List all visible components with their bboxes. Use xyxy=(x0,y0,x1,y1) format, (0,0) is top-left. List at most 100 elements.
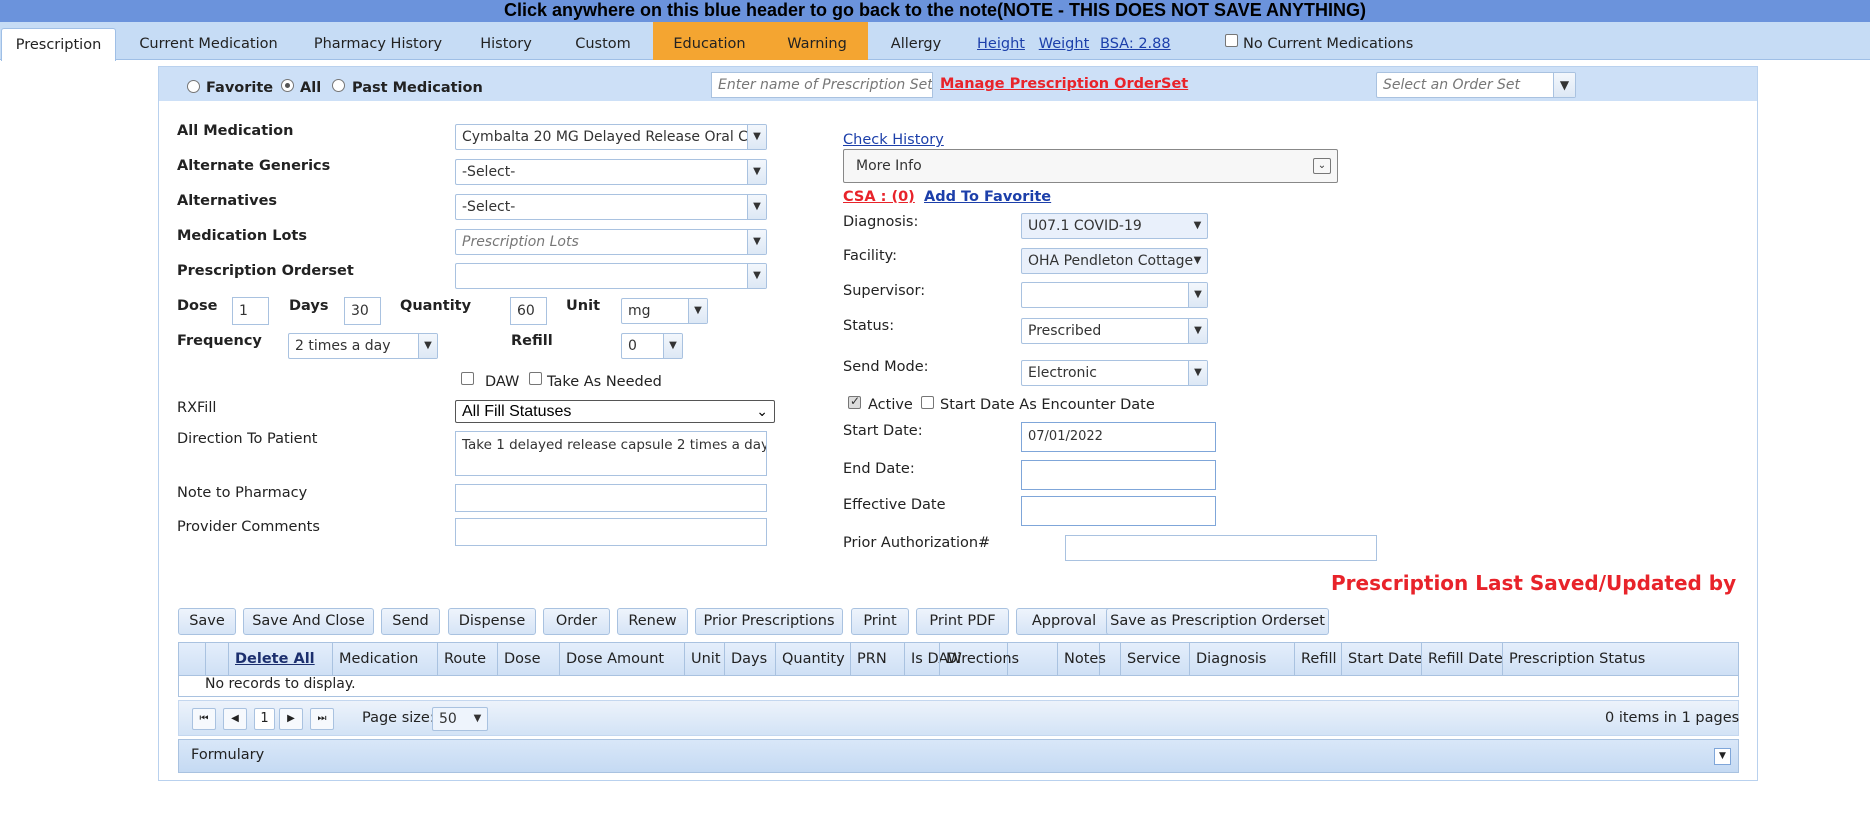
favorite-radio[interactable] xyxy=(187,80,200,93)
formulary-panel[interactable]: Formulary ▼ xyxy=(178,739,1739,773)
medication-lots-select[interactable]: Prescription Lots ▼ xyxy=(455,229,767,255)
unit-select[interactable]: mg ▼ xyxy=(621,298,708,324)
end-date-input[interactable] xyxy=(1021,460,1216,490)
col-directions[interactable]: Directions xyxy=(939,643,1028,675)
delete-all-link[interactable]: Delete All xyxy=(228,643,339,675)
save-button[interactable]: Save xyxy=(178,608,236,635)
add-to-favorite-link[interactable]: Add To Favorite xyxy=(924,189,1051,205)
send-button[interactable]: Send xyxy=(381,608,440,635)
quantity-input[interactable]: 60 xyxy=(510,297,547,325)
col-service[interactable]: Service xyxy=(1120,643,1181,675)
more-info-select[interactable]: More Info ⌄ xyxy=(843,149,1338,183)
take-as-needed-checkbox[interactable] xyxy=(529,372,542,385)
effective-date-input[interactable] xyxy=(1021,496,1216,526)
first-page-icon[interactable]: ⏮ xyxy=(192,708,216,730)
chevron-down-icon[interactable]: ▼ xyxy=(1188,361,1207,385)
last-page-icon[interactable]: ⏭ xyxy=(310,708,334,730)
start-encounter-checkbox[interactable] xyxy=(921,396,934,409)
tab-custom[interactable]: Custom xyxy=(566,28,640,60)
days-input[interactable]: 30 xyxy=(344,297,381,325)
tab-pharmacy-history[interactable]: Pharmacy History xyxy=(308,28,448,60)
chevron-down-icon[interactable]: ▼ xyxy=(468,708,487,730)
chevron-down-icon[interactable]: ▼ xyxy=(1714,748,1731,765)
provider-comments-input[interactable] xyxy=(455,518,767,546)
note-pharmacy-input[interactable] xyxy=(455,484,767,512)
col-quantity[interactable]: Quantity xyxy=(775,643,850,675)
chevron-down-icon[interactable]: ▼ xyxy=(747,264,766,288)
active-checkbox[interactable] xyxy=(848,394,861,409)
col-dose[interactable]: Dose xyxy=(497,643,550,675)
facility-select[interactable]: OHA Pendleton Cottage ▼ xyxy=(1021,248,1208,274)
diagnosis-select[interactable]: U07.1 COVID-19 ▼ xyxy=(1021,213,1208,239)
manage-orderset-link[interactable]: Manage Prescription OrderSet xyxy=(940,76,1188,92)
check-history-link[interactable]: Check History xyxy=(843,132,944,148)
status-select[interactable]: Prescribed ▼ xyxy=(1021,318,1208,344)
col-prescription-status[interactable]: Prescription Status xyxy=(1502,643,1738,675)
supervisor-select[interactable]: ▼ xyxy=(1021,282,1208,308)
approval-button[interactable]: Approval xyxy=(1016,608,1112,635)
prev-page-icon[interactable]: ◀ xyxy=(223,708,247,730)
refill-select[interactable]: 0 ▼ xyxy=(621,333,683,359)
col-refill-date[interactable]: Refill Date xyxy=(1421,643,1514,675)
col-days[interactable]: Days xyxy=(724,643,775,675)
chevron-down-icon[interactable]: ▼ xyxy=(747,125,766,149)
tab-allergy[interactable]: Allergy xyxy=(880,28,952,60)
chevron-down-icon[interactable]: ▼ xyxy=(1188,214,1207,238)
chevron-down-icon[interactable]: ▼ xyxy=(688,299,707,323)
save-and-close-button[interactable]: Save And Close xyxy=(243,608,374,635)
prescription-set-input[interactable]: Enter name of Prescription Set xyxy=(711,72,933,98)
past-medication-radio[interactable] xyxy=(332,79,345,92)
col-medication[interactable]: Medication xyxy=(332,643,429,675)
page-number-1[interactable]: 1 xyxy=(254,708,275,730)
renew-button[interactable]: Renew xyxy=(617,608,688,635)
tab-current-medication[interactable]: Current Medication xyxy=(130,28,287,60)
col-route[interactable]: Route xyxy=(437,643,497,675)
orderset-select[interactable]: Select an Order Set ▼ xyxy=(1376,72,1576,98)
dispense-button[interactable]: Dispense xyxy=(448,608,536,635)
no-current-medications-checkbox[interactable] xyxy=(1225,34,1238,47)
print-pdf-button[interactable]: Print PDF xyxy=(916,608,1009,635)
back-to-note-header[interactable]: Click anywhere on this blue header to go… xyxy=(0,0,1870,22)
tab-education[interactable]: Education xyxy=(653,22,766,60)
chevron-down-icon[interactable]: ▼ xyxy=(747,195,766,219)
direction-textarea[interactable]: Take 1 delayed release capsule 2 times a… xyxy=(455,431,767,476)
chevron-down-icon[interactable]: ▼ xyxy=(747,160,766,184)
col-notes[interactable]: Notes xyxy=(1057,643,1120,675)
chevron-down-icon[interactable]: ▼ xyxy=(1553,73,1575,97)
weight-link[interactable]: Weight xyxy=(1036,28,1092,60)
alternate-generics-select[interactable]: -Select- ▼ xyxy=(455,159,767,185)
col-diagnosis[interactable]: Diagnosis xyxy=(1189,643,1278,675)
rxfill-select[interactable]: All Fill Statuses ⌄ xyxy=(455,400,775,423)
order-button[interactable]: Order xyxy=(543,608,610,635)
col-refill[interactable]: Refill xyxy=(1294,643,1348,675)
print-button[interactable]: Print xyxy=(851,608,909,635)
start-date-input[interactable]: 07/01/2022 xyxy=(1021,422,1216,452)
prior-auth-input[interactable] xyxy=(1065,535,1377,561)
col-unit[interactable]: Unit xyxy=(684,643,724,675)
all-radio[interactable] xyxy=(281,79,294,92)
tab-history[interactable]: History xyxy=(470,28,542,60)
chevron-down-icon[interactable]: ▼ xyxy=(747,230,766,254)
chevron-down-icon[interactable]: ▼ xyxy=(1188,319,1207,343)
chevron-down-icon[interactable]: ⌄ xyxy=(1313,158,1331,174)
tab-warning[interactable]: Warning xyxy=(766,22,868,60)
csa-link[interactable]: CSA : (0) xyxy=(843,189,915,205)
col-dose-amount[interactable]: Dose Amount xyxy=(559,643,683,675)
chevron-down-icon[interactable]: ▼ xyxy=(418,334,437,358)
col-prn[interactable]: PRN xyxy=(850,643,904,675)
next-page-icon[interactable]: ▶ xyxy=(279,708,303,730)
prescription-orderset-select[interactable]: ▼ xyxy=(455,263,767,289)
tab-prescription[interactable]: Prescription xyxy=(1,28,116,61)
frequency-select[interactable]: 2 times a day ▼ xyxy=(288,333,438,359)
bsa-link[interactable]: BSA: 2.88 xyxy=(1100,28,1171,60)
prior-prescriptions-button[interactable]: Prior Prescriptions xyxy=(695,608,843,635)
medication-select[interactable]: Cymbalta 20 MG Delayed Release Oral Caps… xyxy=(455,124,767,150)
dose-input[interactable]: 1 xyxy=(232,297,269,325)
chevron-down-icon[interactable]: ▼ xyxy=(1188,283,1207,307)
chevron-down-icon[interactable]: ▼ xyxy=(663,334,682,358)
col-start-date[interactable]: Start Date xyxy=(1341,643,1423,675)
send-mode-select[interactable]: Electronic ▼ xyxy=(1021,360,1208,386)
chevron-down-icon[interactable]: ▼ xyxy=(1188,249,1207,273)
daw-checkbox[interactable] xyxy=(461,372,474,385)
height-link[interactable]: Height xyxy=(974,28,1028,60)
